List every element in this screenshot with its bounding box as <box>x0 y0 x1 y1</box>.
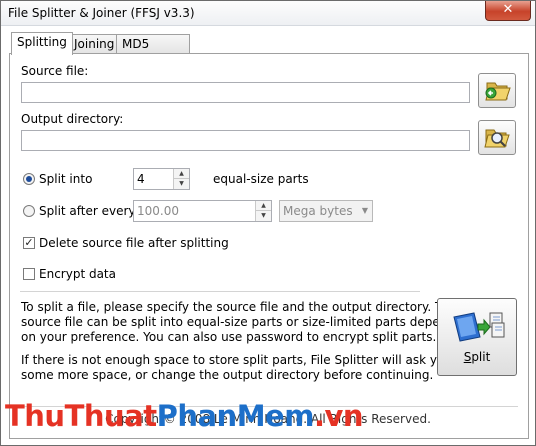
split-after-spin-arrows[interactable]: ▲ ▼ <box>255 201 271 221</box>
browse-output-button[interactable] <box>478 120 516 155</box>
info-line: If there is not enough space to store sp… <box>21 353 496 367</box>
divider <box>20 291 420 292</box>
split-into-value: 4 <box>137 172 145 186</box>
source-file-label: Source file: <box>21 64 89 78</box>
split-after-stepper[interactable]: 100.00 ▲ ▼ <box>133 200 272 222</box>
equal-size-parts-label: equal-size parts <box>213 172 309 186</box>
info-line: on your preference. You can also use pas… <box>21 330 437 344</box>
size-unit-value: Mega bytes <box>283 204 353 218</box>
split-into-stepper[interactable]: 4 ▲ ▼ <box>133 168 190 190</box>
search-folder-icon <box>484 129 510 148</box>
close-button[interactable]: ✕ <box>485 1 531 21</box>
watermark-logo: ThuThuatPhanMem.vn <box>5 399 364 433</box>
tab-joining[interactable]: Joining <box>68 34 121 54</box>
spin-up-icon[interactable]: ▲ <box>174 169 189 179</box>
splitting-panel: Source file: Output directory: Split int… <box>9 53 529 439</box>
delete-source-label: Delete source file after splitting <box>39 236 229 250</box>
output-directory-label: Output directory: <box>21 112 124 126</box>
split-after-label: Split after every <box>39 204 136 218</box>
radio-selected-dot <box>26 176 32 182</box>
split-into-label: Split into <box>39 172 93 186</box>
tab-md5-checksum[interactable]: MD5 Checksum <box>116 34 191 70</box>
title-bar[interactable]: File Splitter & Joiner (FFSJ v3.3) ✕ <box>1 1 535 26</box>
split-instructions: To split a file, please specify the sour… <box>21 300 495 383</box>
delete-source-checkbox[interactable]: ✓ <box>23 237 35 249</box>
spin-up-icon[interactable]: ▲ <box>256 201 271 211</box>
app-window: File Splitter & Joiner (FFSJ v3.3) ✕ Spl… <box>0 0 536 446</box>
encrypt-data-label: Encrypt data <box>39 267 116 281</box>
tab-splitting[interactable]: Splitting <box>11 32 73 55</box>
split-after-value: 100.00 <box>137 204 179 218</box>
source-file-input[interactable] <box>21 82 470 103</box>
watermark-part: .vn <box>313 399 364 433</box>
spin-down-icon[interactable]: ▼ <box>256 211 271 221</box>
split-files-icon <box>453 312 505 342</box>
split-after-radio[interactable] <box>23 205 35 217</box>
split-into-radio[interactable] <box>23 173 35 185</box>
encrypt-data-checkbox[interactable] <box>23 268 35 280</box>
info-line: source file can be split into equal-size… <box>21 315 474 329</box>
split-into-spin-arrows[interactable]: ▲ ▼ <box>173 169 189 189</box>
watermark-part: PhanMem <box>156 399 315 433</box>
window-title: File Splitter & Joiner (FFSJ v3.3) <box>8 6 195 20</box>
info-line: some more space, or change the output di… <box>21 368 434 382</box>
open-folder-icon <box>485 82 511 101</box>
browse-source-button[interactable] <box>478 73 516 108</box>
size-unit-select[interactable]: Mega bytes ▼ <box>279 200 373 222</box>
chevron-down-icon: ▼ <box>361 206 368 215</box>
watermark-part: ThuThuat <box>5 399 157 433</box>
spin-down-icon[interactable]: ▼ <box>174 179 189 189</box>
split-button-label: Split <box>463 350 491 364</box>
split-button[interactable]: Split <box>437 298 517 376</box>
output-directory-input[interactable] <box>21 130 470 151</box>
info-line: To split a file, please specify the sour… <box>21 300 458 314</box>
